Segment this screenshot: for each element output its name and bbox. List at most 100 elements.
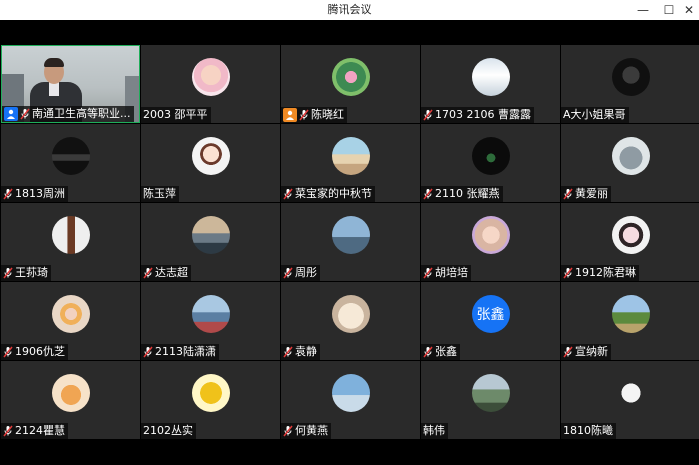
participant-name: 周彤 <box>295 266 317 279</box>
participant-avatar <box>51 295 90 333</box>
participant-name: 韩伟 <box>423 424 445 437</box>
participant-tile[interactable]: 1703 2106 曹露露 <box>421 45 560 123</box>
participant-name-tag: 南通卫生高等职业... <box>2 106 134 122</box>
participant-name-tag: 2113陆潇潇 <box>141 344 219 360</box>
participant-name: 达志超 <box>155 266 188 279</box>
mic-muted-icon <box>3 346 13 358</box>
participant-tile[interactable]: A大小姐果哥 <box>561 45 699 123</box>
mic-muted-icon <box>283 346 293 358</box>
participant-name: 2113陆潇潇 <box>155 345 216 358</box>
participant-tile[interactable]: 张鑫 张鑫 <box>421 282 560 360</box>
bottom-black-bar <box>0 440 699 465</box>
mic-muted-icon <box>3 188 13 200</box>
participant-name-tag: 菜宝家的中秋节 <box>281 186 375 202</box>
participant-name: 1912陈君琳 <box>575 266 636 279</box>
participant-name-tag: 1813周洲 <box>1 186 68 202</box>
participant-tile[interactable]: 2003 邵平平 <box>141 45 280 123</box>
participant-name-tag: 1906仇芝 <box>1 344 68 360</box>
participant-name-tag: 何黄燕 <box>281 423 331 439</box>
participant-avatar <box>471 58 510 96</box>
participant-name-tag: 周彤 <box>281 265 320 281</box>
mic-muted-icon <box>563 346 573 358</box>
participant-name-tag: 2124瞿慧 <box>1 423 68 439</box>
participant-avatar <box>611 216 650 254</box>
participant-avatar <box>191 58 230 96</box>
participant-name: 2124瞿慧 <box>15 424 65 437</box>
minimize-button[interactable]: — <box>630 0 656 20</box>
participant-name-tag: 韩伟 <box>421 423 448 439</box>
participant-avatar <box>471 137 510 175</box>
mic-muted-icon <box>423 346 433 358</box>
participant-name: 2003 邵平平 <box>143 108 208 121</box>
participant-tile[interactable]: 2124瞿慧 <box>1 361 140 439</box>
participant-name-tag: 黄爱丽 <box>561 186 611 202</box>
video-person-hair <box>44 58 64 67</box>
participant-name-tag: 1703 2106 曹露露 <box>421 107 534 123</box>
participant-tile[interactable]: 韩伟 <box>421 361 560 439</box>
participant-tile[interactable]: 胡培培 <box>421 203 560 281</box>
participant-name-tag: 胡培培 <box>421 265 471 281</box>
participant-name: 1813周洲 <box>15 187 65 200</box>
participant-avatar <box>471 216 510 254</box>
participant-tile[interactable]: 王荪琦 <box>1 203 140 281</box>
participant-tile[interactable]: 菜宝家的中秋节 <box>281 124 420 202</box>
participant-name: 菜宝家的中秋节 <box>295 187 372 200</box>
mic-muted-icon <box>423 188 433 200</box>
window-title: 腾讯会议 <box>327 3 372 16</box>
mic-muted-icon <box>563 267 573 279</box>
participant-avatar <box>191 295 230 333</box>
participant-avatar <box>331 216 370 254</box>
participant-tile[interactable]: 达志超 <box>141 203 280 281</box>
participant-name: 何黄燕 <box>295 424 328 437</box>
mic-muted-icon <box>3 425 13 437</box>
participant-avatar <box>611 374 650 412</box>
participant-name-tag: 宣纳新 <box>561 344 611 360</box>
participant-avatar <box>611 137 650 175</box>
participant-avatar <box>191 216 230 254</box>
mic-muted-icon <box>143 346 153 358</box>
participant-name: 黄爱丽 <box>575 187 608 200</box>
participant-avatar <box>51 137 90 175</box>
cohost-badge-icon <box>283 108 297 122</box>
participant-tile[interactable]: 1906仇芝 <box>1 282 140 360</box>
mic-muted-icon <box>423 267 433 279</box>
mic-muted-icon <box>563 188 573 200</box>
mic-muted-icon <box>423 109 433 121</box>
participant-name: 2110 张耀燕 <box>435 187 500 200</box>
close-button[interactable]: ✕ <box>676 0 699 20</box>
participant-name: 袁静 <box>295 345 317 358</box>
participant-name-tag: A大小姐果哥 <box>561 107 629 123</box>
participant-tile[interactable]: 1810陈曦 <box>561 361 699 439</box>
mic-muted-icon <box>143 267 153 279</box>
participant-tile[interactable]: 陈玉萍 <box>141 124 280 202</box>
participant-tile[interactable]: 何黄燕 <box>281 361 420 439</box>
participant-tile[interactable]: 2102丛实 <box>141 361 280 439</box>
participant-name: 2102丛实 <box>143 424 193 437</box>
participant-name: 1810陈曦 <box>563 424 613 437</box>
participant-avatar <box>51 216 90 254</box>
host-badge-icon <box>4 107 18 121</box>
participant-tile[interactable]: 1912陈君琳 <box>561 203 699 281</box>
participant-tile[interactable]: 1813周洲 <box>1 124 140 202</box>
participant-name-tag: 2102丛实 <box>141 423 196 439</box>
mic-muted-icon <box>283 188 293 200</box>
avatar-initials: 张鑫 <box>476 307 505 323</box>
participant-avatar <box>611 58 650 96</box>
participant-tile[interactable]: 2113陆潇潇 <box>141 282 280 360</box>
participant-avatar <box>331 58 370 96</box>
participant-tile[interactable]: 袁静 <box>281 282 420 360</box>
video-person-shirt <box>49 82 59 96</box>
participant-avatar: 张鑫 <box>471 295 510 333</box>
participant-name-tag: 2110 张耀燕 <box>421 186 503 202</box>
participant-tile[interactable]: 周彤 <box>281 203 420 281</box>
participant-name-tag: 1810陈曦 <box>561 423 616 439</box>
participant-name: 王荪琦 <box>15 266 48 279</box>
participant-tile[interactable]: 2110 张耀燕 <box>421 124 560 202</box>
participant-name: 南通卫生高等职业... <box>32 107 131 120</box>
participant-tile[interactable]: 南通卫生高等职业... <box>1 45 140 123</box>
participant-tile[interactable]: 宣纳新 <box>561 282 699 360</box>
mic-muted-icon <box>283 425 293 437</box>
top-black-bar <box>0 20 699 45</box>
participant-tile[interactable]: 黄爱丽 <box>561 124 699 202</box>
participant-tile[interactable]: 陈晓红 <box>281 45 420 123</box>
